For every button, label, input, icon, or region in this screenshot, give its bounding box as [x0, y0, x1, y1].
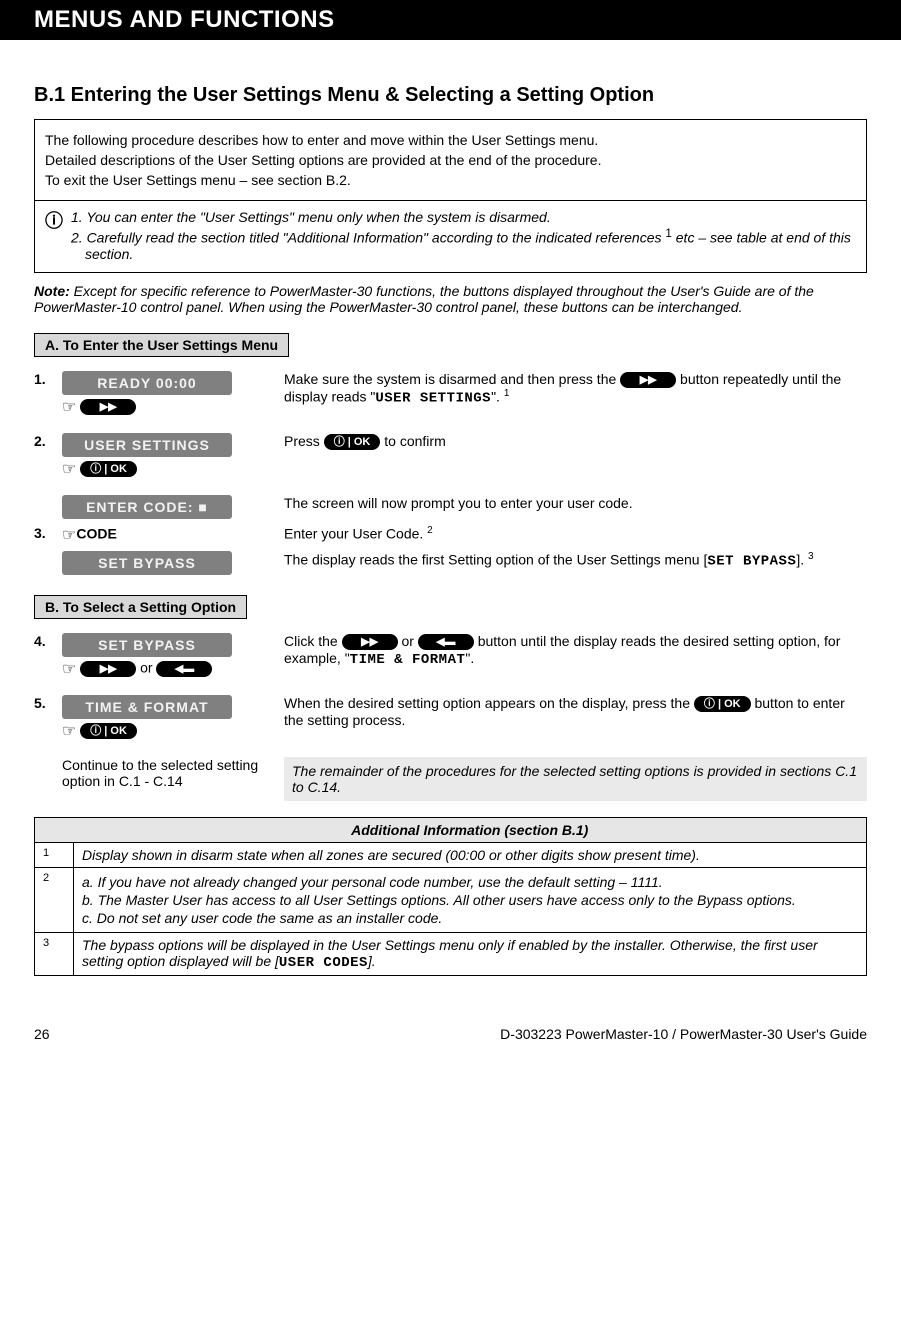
step-2-num: 2. [34, 433, 62, 449]
step-bypass-sup: 3 [808, 551, 814, 562]
step-set-bypass: SET BYPASS The display reads the first S… [34, 551, 867, 575]
back-button-inline[interactable]: ◀▬ [418, 634, 474, 650]
step-1-desc: Make sure the system is disarmed and the… [280, 371, 867, 407]
step-1-lcd-text: USER SETTINGS [375, 391, 491, 407]
forward-button[interactable]: ▶▶ [80, 661, 136, 677]
step-1-desc-c: ". [491, 389, 504, 405]
back-button[interactable]: ◀▬ [156, 661, 212, 677]
page-number: 26 [34, 1026, 50, 1042]
intro-note-2a: 2. Carefully read the section titled "Ad… [71, 230, 665, 246]
hand-icon: ☞ [62, 723, 76, 740]
ok-button[interactable]: ⓘ | OK [80, 723, 137, 739]
step-2-desc-a: Press [284, 433, 324, 449]
step-3-num: 3. [34, 525, 62, 541]
ok-button-inline[interactable]: ⓘ | OK [694, 696, 751, 712]
lcd-set-bypass-2: SET BYPASS [62, 633, 232, 657]
info-icon: ⓘ [45, 207, 71, 264]
intro-box: The following procedure describes how to… [34, 119, 867, 273]
addl-text-1: Display shown in disarm state when all z… [74, 842, 867, 867]
step-4: 4. SET BYPASS ☞ ▶▶ or ◀▬ Click the ▶▶ or… [34, 633, 867, 679]
step-5-num: 5. [34, 695, 62, 711]
continue-left: Continue to the selected setting option … [62, 757, 280, 789]
step-4-num: 4. [34, 633, 62, 649]
hand-icon: ☞ [62, 461, 76, 478]
step-1-sup: 1 [504, 388, 510, 399]
subsection-a-header: A. To Enter the User Settings Menu [34, 333, 289, 357]
forward-button-inline[interactable]: ▶▶ [620, 372, 676, 388]
code-label: CODE [76, 525, 116, 541]
step-5: 5. TIME & FORMAT ☞ ⓘ | OK When the desir… [34, 695, 867, 741]
doc-id: D-303223 PowerMaster-10 / PowerMaster-30… [500, 1026, 867, 1042]
lcd-enter-code: ENTER CODE: ■ [62, 495, 232, 519]
step-2-desc: Press ⓘ | OK to confirm [280, 433, 867, 450]
remainder-box: The remainder of the procedures for the … [284, 757, 867, 801]
step-set-bypass-desc: The display reads the first Setting opti… [280, 551, 867, 570]
page-footer: 26 D-303223 PowerMaster-10 / PowerMaster… [34, 1026, 867, 1042]
additional-info-table: Additional Information (section B.1) 1 D… [34, 817, 867, 976]
hand-icon: ☞ [62, 661, 76, 678]
lcd-ready: READY 00:00 [62, 371, 232, 395]
addl-ref-2: 2 [35, 867, 74, 932]
step-bypass-lcd-text: SET BYPASS [707, 553, 796, 569]
note-prefix: Note: [34, 283, 70, 299]
forward-button[interactable]: ▶▶ [80, 399, 136, 415]
step-4-desc-mid: or [398, 633, 418, 649]
step-3-sup: 2 [427, 525, 433, 536]
addl-2c: c. Do not set any user code the same as … [82, 910, 858, 926]
lcd-time-format: TIME & FORMAT [62, 695, 232, 719]
intro-p2: Detailed descriptions of the User Settin… [45, 152, 856, 168]
or-text: or [136, 659, 156, 675]
step-bypass-desc-a: The display reads the first Setting opti… [284, 551, 707, 567]
addl-title: Additional Information (section B.1) [74, 817, 867, 842]
note-body: Except for specific reference to PowerMa… [34, 283, 814, 315]
step-3-desc-a: Enter your User Code. [284, 525, 427, 541]
step-3: 3. ☞CODE Enter your User Code. 2 [34, 525, 867, 545]
step-4-lcd-text: TIME & FORMAT [350, 652, 466, 668]
step-4-desc-c: ". [465, 650, 474, 666]
step-5-desc-a: When the desired setting option appears … [284, 695, 694, 711]
page-header: MENUS AND FUNCTIONS [0, 0, 901, 40]
addl-ref-1: 1 [35, 842, 74, 867]
subsection-b-header: B. To Select a Setting Option [34, 595, 247, 619]
step-3-desc: Enter your User Code. 2 [280, 525, 867, 542]
step-2: 2. USER SETTINGS ☞ ⓘ | OK Press ⓘ | OK t… [34, 433, 867, 479]
addl-text-3: The bypass options will be displayed in … [74, 932, 867, 975]
hand-icon: ☞ [62, 399, 76, 416]
note-paragraph: Note: Except for specific reference to P… [34, 283, 867, 315]
lcd-user-settings: USER SETTINGS [62, 433, 232, 457]
intro-note-1: 1. You can enter the "User Settings" men… [71, 209, 856, 225]
step-5-desc: When the desired setting option appears … [280, 695, 867, 728]
step-1: 1. READY 00:00 ☞ ▶▶ Make sure the system… [34, 371, 867, 417]
step-bypass-desc-b: ]. [796, 551, 808, 567]
step-2-desc-b: to confirm [380, 433, 445, 449]
ok-button[interactable]: ⓘ | OK [80, 461, 137, 477]
addl-3b: ]. [368, 953, 376, 969]
hand-icon: ☞ [62, 527, 76, 544]
step-4-desc: Click the ▶▶ or ◀▬ button until the disp… [280, 633, 867, 668]
addl-2a: a. If you have not already changed your … [82, 874, 858, 890]
intro-p1: The following procedure describes how to… [45, 132, 856, 148]
step-enter-code-desc: The screen will now prompt you to enter … [280, 495, 867, 511]
step-1-desc-a: Make sure the system is disarmed and the… [284, 371, 620, 387]
addl-3a: The bypass options will be displayed in … [82, 937, 818, 969]
ok-button-inline[interactable]: ⓘ | OK [324, 434, 381, 450]
addl-3-lcd: USER CODES [279, 955, 368, 971]
continue-row: Continue to the selected setting option … [34, 757, 867, 801]
section-title: B.1 Entering the User Settings Menu & Se… [34, 84, 867, 107]
addl-ref-3: 3 [35, 932, 74, 975]
step-enter-code: ENTER CODE: ■ The screen will now prompt… [34, 495, 867, 519]
forward-button-inline[interactable]: ▶▶ [342, 634, 398, 650]
step-4-desc-a: Click the [284, 633, 342, 649]
addl-2b: b. The Master User has access to all Use… [82, 892, 858, 908]
lcd-set-bypass: SET BYPASS [62, 551, 232, 575]
intro-p3: To exit the User Settings menu – see sec… [45, 172, 856, 188]
step-1-num: 1. [34, 371, 62, 387]
intro-note-2: 2. Carefully read the section titled "Ad… [71, 227, 856, 262]
